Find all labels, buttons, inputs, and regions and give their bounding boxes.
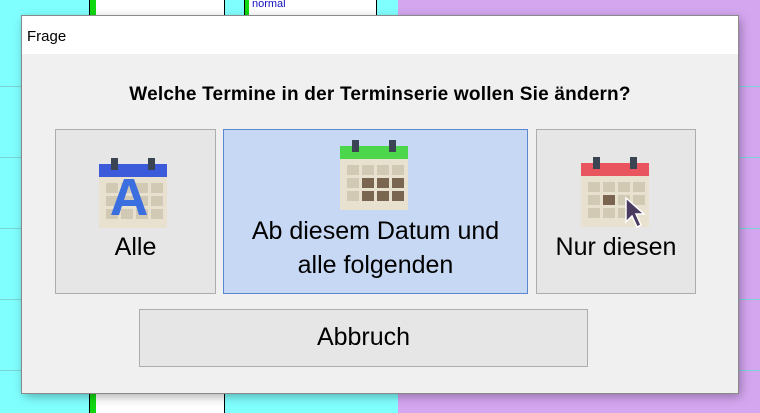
grid-line (0, 299, 22, 300)
dialog-titlebar[interactable]: Frage (22, 16, 738, 54)
calendar-single-icon (580, 156, 652, 232)
grid-line (738, 299, 760, 300)
question-dialog: Frage Welche Termine in der Terminserie … (22, 16, 738, 393)
grid-line (0, 228, 22, 229)
grid-line (738, 370, 760, 371)
option-single-label: Nur diesen (555, 233, 677, 261)
screen: normal Frage Welche Termine in der Termi… (0, 0, 760, 413)
background-appointment-label: normal (252, 0, 286, 10)
grid-line (738, 157, 760, 158)
background-appointment[interactable]: normal (249, 0, 377, 16)
grid-line (0, 370, 22, 371)
grid-line (738, 86, 760, 87)
option-following-label-line2: alle folgenden (297, 251, 454, 279)
grid-line (0, 86, 22, 87)
option-all-button[interactable]: Alle (55, 129, 216, 294)
option-following-button[interactable]: Ab diesem Datum und alle folgenden (223, 129, 528, 294)
grid-line (738, 228, 760, 229)
option-single-button[interactable]: Nur diesen (536, 129, 696, 294)
dialog-title: Frage (27, 28, 67, 45)
option-all-label: Alle (114, 233, 157, 261)
calendar-all-icon (98, 157, 168, 229)
dialog-question: Welche Termine in der Terminserie wollen… (129, 84, 631, 105)
calendar-following-icon (339, 139, 409, 211)
cancel-button[interactable]: Abbruch (139, 309, 588, 367)
option-following-label-line1: Ab diesem Datum und (251, 217, 500, 245)
grid-line (0, 157, 22, 158)
